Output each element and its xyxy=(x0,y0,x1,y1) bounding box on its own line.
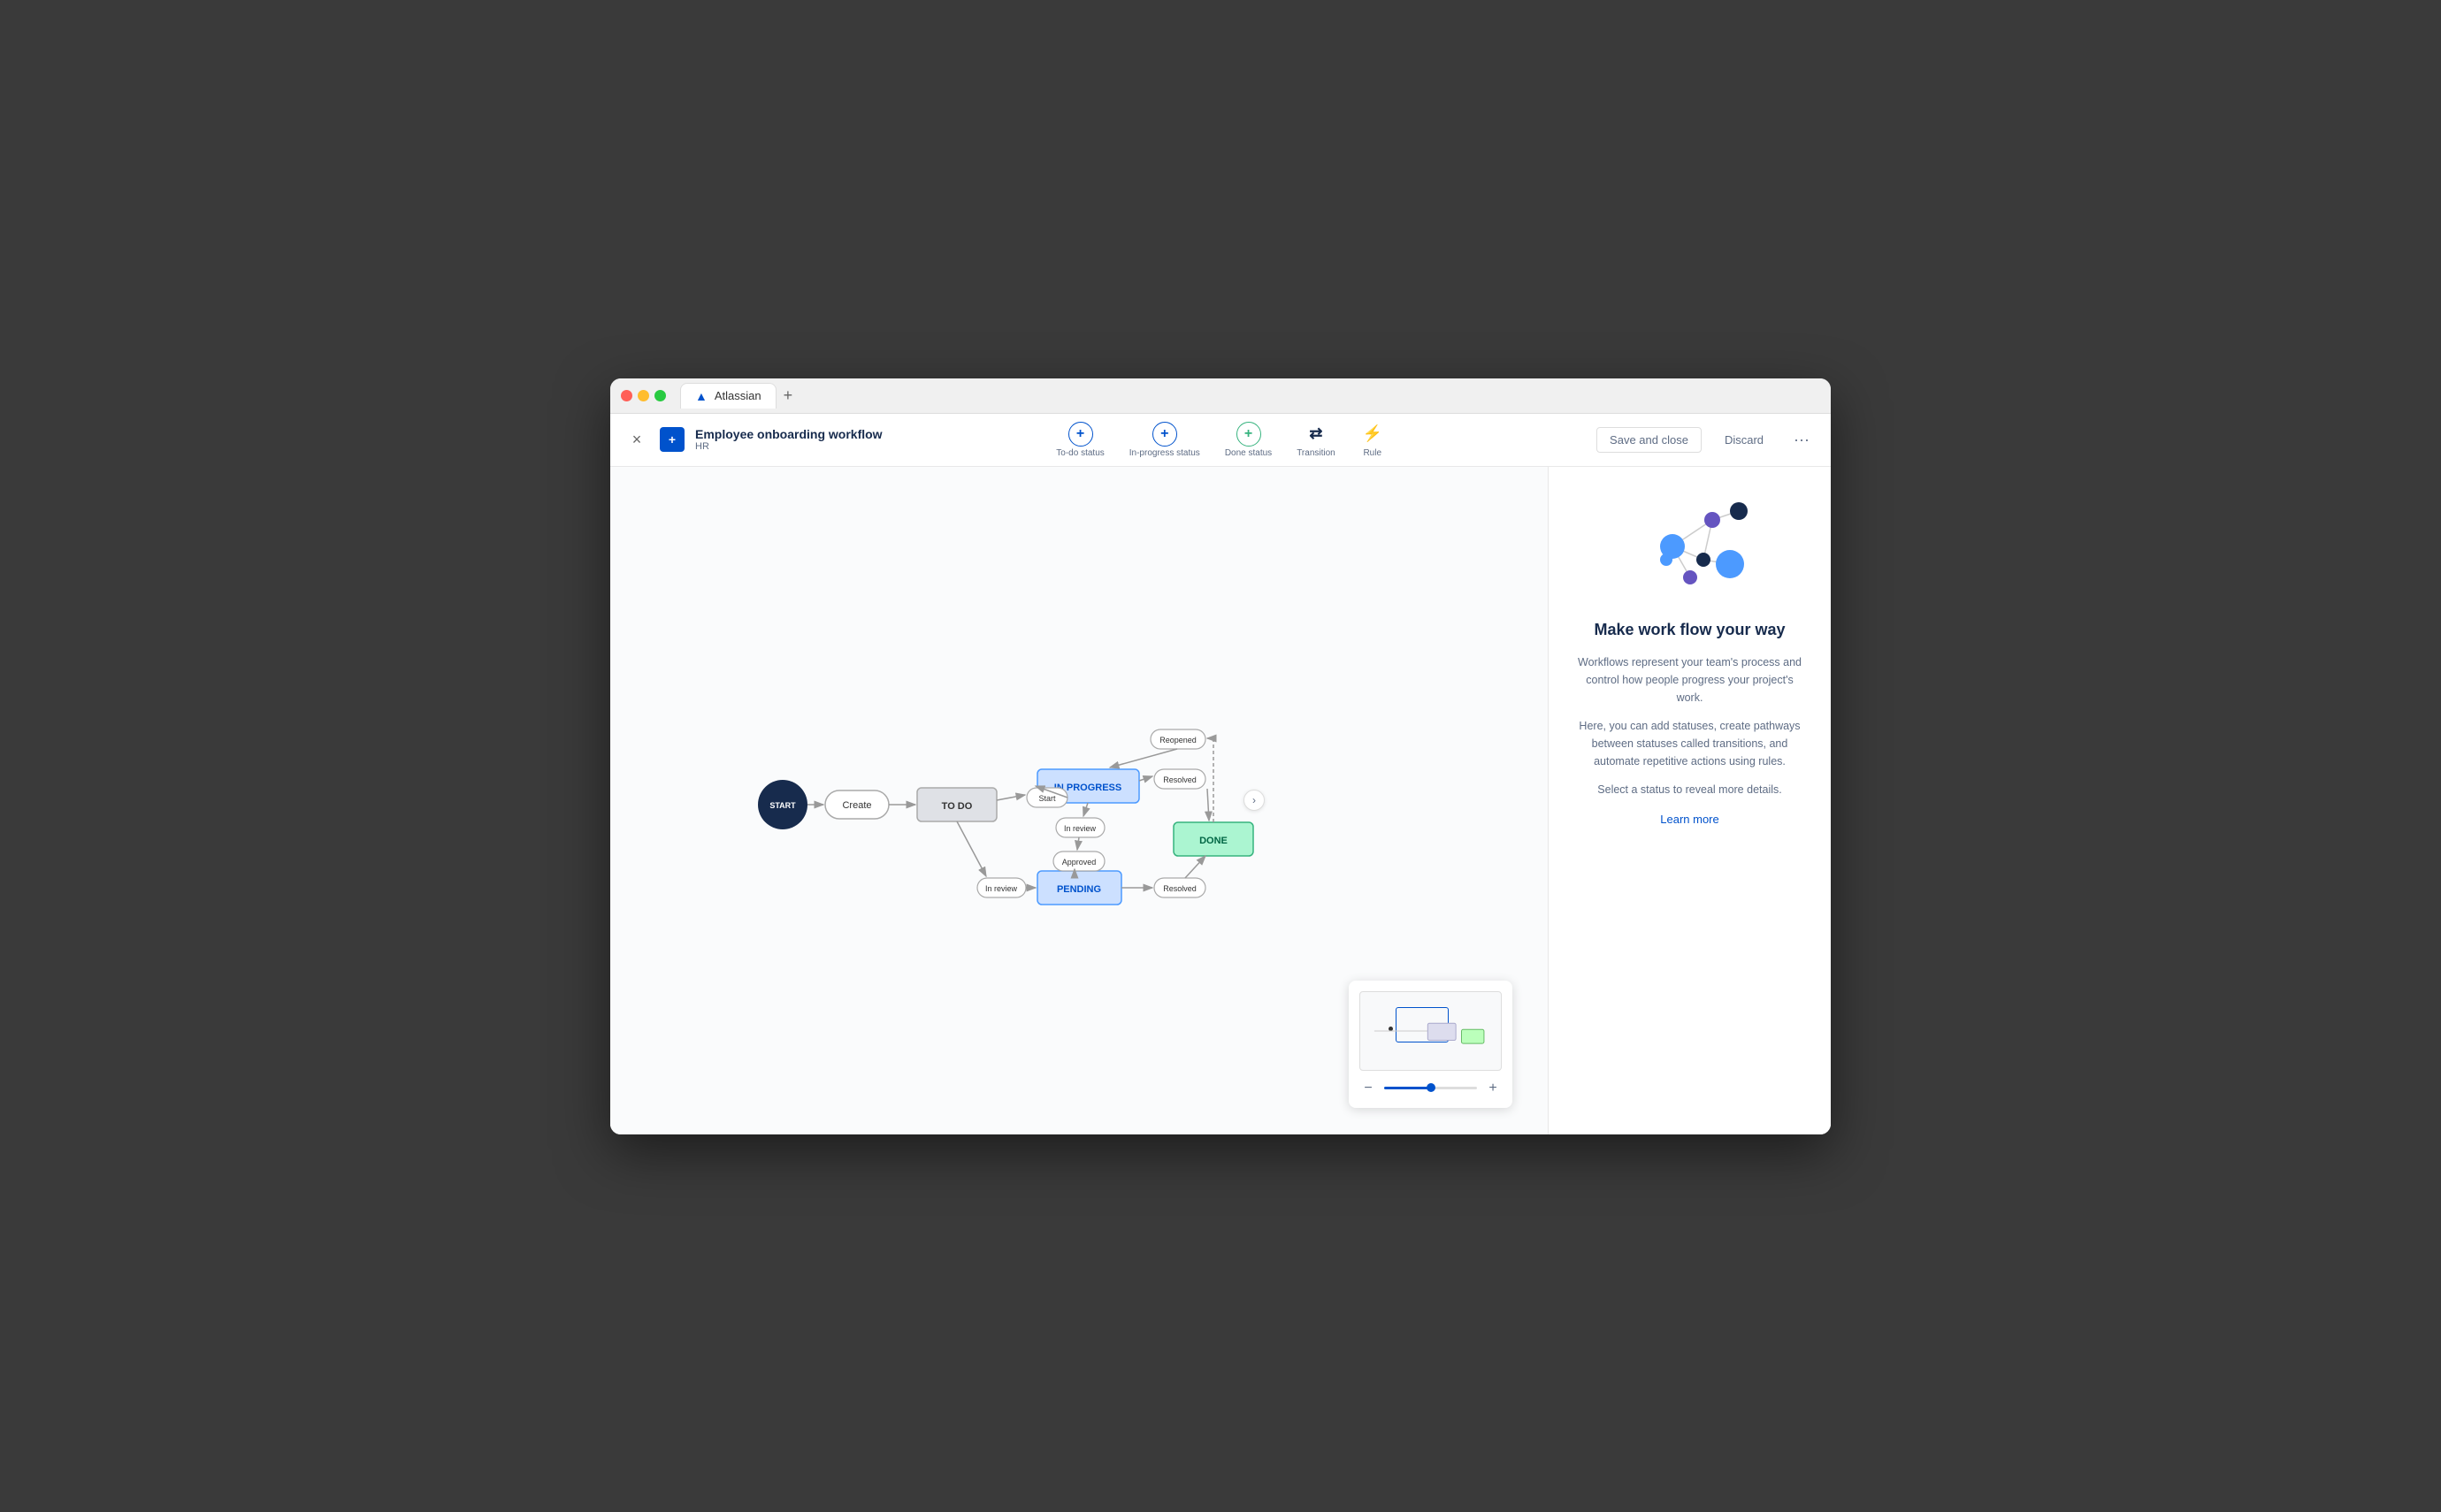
minimap-lines xyxy=(1360,992,1501,1070)
done-status-icon: + xyxy=(1236,422,1261,447)
done-status-button[interactable]: + Done status xyxy=(1225,422,1272,458)
close-button[interactable]: × xyxy=(624,427,649,452)
traffic-lights xyxy=(621,390,666,401)
inprogress-status-button[interactable]: + In-progress status xyxy=(1129,422,1200,458)
app-content: × + Employee onboarding workflow HR + To… xyxy=(610,414,1831,1134)
arrow-inprogress-resolved1 xyxy=(1139,776,1152,781)
todo-label: TO DO xyxy=(942,801,973,812)
sidebar-desc3: Select a status to reveal more details. xyxy=(1597,781,1781,798)
toolbar-center: + To-do status + In-progress status + Do… xyxy=(1056,422,1384,458)
transition-label: Transition xyxy=(1297,448,1335,458)
inprogress-status-label: In-progress status xyxy=(1129,448,1200,458)
browser-tab[interactable]: ▲ Atlassian xyxy=(680,383,777,409)
arrow-todo-inreview2 xyxy=(957,821,986,876)
diagram-svg: START Create TO DO IN PROGRESS PENDING xyxy=(730,632,1278,968)
minimize-traffic-light[interactable] xyxy=(638,390,649,401)
workflow-illustration xyxy=(1624,493,1756,599)
toolbar-right: Save and close Discard ··· xyxy=(1385,427,1817,453)
arrow-resolved2-done xyxy=(1185,856,1205,878)
rule-label: Rule xyxy=(1363,448,1381,458)
todo-status-button[interactable]: + To-do status xyxy=(1056,422,1104,458)
sidebar-title: Make work flow your way xyxy=(1594,621,1785,639)
workflow-diagram: START Create TO DO IN PROGRESS PENDING xyxy=(730,632,1278,968)
workflow-canvas[interactable]: START Create TO DO IN PROGRESS PENDING xyxy=(610,467,1548,1134)
todo-status-icon: + xyxy=(1068,422,1093,447)
resolved2-label: Resolved xyxy=(1163,884,1197,893)
zoom-in-button[interactable]: + xyxy=(1484,1080,1502,1097)
toolbar-left: × + Employee onboarding workflow HR xyxy=(624,427,1056,452)
minimap-zoom-controls: − + xyxy=(1359,1080,1502,1097)
create-label: Create xyxy=(843,800,872,811)
workflow-info: Employee onboarding workflow HR xyxy=(695,427,883,452)
zoom-slider[interactable] xyxy=(1384,1087,1477,1089)
minimap: − + xyxy=(1349,981,1512,1108)
start-transition-label: Start xyxy=(1039,794,1057,803)
app-window: ▲ Atlassian + × + Employee onboarding wo… xyxy=(610,378,1831,1134)
arrow-resolved1-done xyxy=(1207,789,1209,821)
sidebar-desc1: Workflows represent your team's process … xyxy=(1573,653,1806,706)
inreview1-label: In review xyxy=(1064,824,1097,833)
arrow-todo-start xyxy=(997,795,1025,800)
learn-more-link[interactable]: Learn more xyxy=(1660,813,1718,826)
transition-icon: ⇄ xyxy=(1304,422,1328,447)
workflow-title: Employee onboarding workflow xyxy=(695,427,883,441)
zoom-thumb xyxy=(1427,1083,1435,1092)
workflow-sub: HR xyxy=(695,441,883,452)
inprogress-status-icon: + xyxy=(1152,422,1177,447)
todo-status-label: To-do status xyxy=(1056,448,1104,458)
info-sidebar: Make work flow your way Workflows repres… xyxy=(1548,467,1831,1134)
arrow-reopened-inprogress xyxy=(1110,749,1177,767)
toolbar: × + Employee onboarding workflow HR + To… xyxy=(610,414,1831,467)
discard-button[interactable]: Discard xyxy=(1712,428,1776,452)
close-traffic-light[interactable] xyxy=(621,390,632,401)
maximize-traffic-light[interactable] xyxy=(654,390,666,401)
titlebar: ▲ Atlassian + xyxy=(610,378,1831,414)
main-content: START Create TO DO IN PROGRESS PENDING xyxy=(610,467,1831,1134)
tab-title: Atlassian xyxy=(715,389,761,402)
done-label: DONE xyxy=(1199,836,1228,846)
resolved1-label: Resolved xyxy=(1163,775,1197,784)
reopened-label: Reopened xyxy=(1159,736,1197,745)
workflow-icon: + xyxy=(660,427,685,452)
approved-label: Approved xyxy=(1062,858,1097,867)
illustration-svg xyxy=(1624,493,1756,599)
start-label: START xyxy=(770,801,797,810)
sidebar-toggle-button[interactable]: › xyxy=(1243,790,1265,811)
arrow-inprogress-inreview xyxy=(1083,803,1088,816)
zoom-out-button[interactable]: − xyxy=(1359,1080,1377,1097)
done-status-label: Done status xyxy=(1225,448,1272,458)
rule-button[interactable]: ⚡ Rule xyxy=(1360,422,1385,458)
pending-label: PENDING xyxy=(1057,884,1101,895)
transition-button[interactable]: ⇄ Transition xyxy=(1297,422,1335,458)
sidebar-desc2: Here, you can add statuses, create pathw… xyxy=(1573,717,1806,770)
more-options-button[interactable]: ··· xyxy=(1787,427,1817,453)
new-tab-button[interactable]: + xyxy=(784,386,793,405)
rule-icon: ⚡ xyxy=(1360,422,1385,447)
minimap-preview xyxy=(1359,991,1502,1071)
arrow-inreview-approved xyxy=(1077,837,1079,850)
inreview2-label: In review xyxy=(985,884,1018,893)
atlassian-logo-icon: ▲ xyxy=(695,389,708,403)
save-close-button[interactable]: Save and close xyxy=(1596,427,1702,453)
